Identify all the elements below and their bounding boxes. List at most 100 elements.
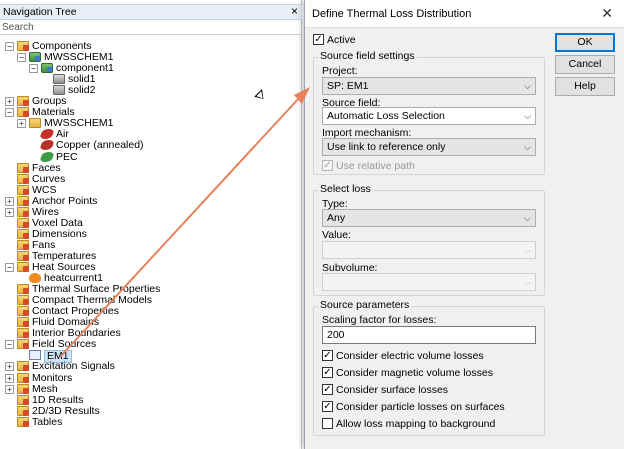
collapse-icon[interactable]: − <box>5 340 14 350</box>
subvolume-select[interactable]: ⌵ <box>322 273 536 291</box>
navigation-tree-titlebar: Navigation Tree × <box>0 4 302 20</box>
scaling-factor-input[interactable]: 200 <box>322 326 536 344</box>
value-label: Value: <box>322 229 351 241</box>
tree-item[interactable]: − MWSSCHEM1 <box>0 52 300 63</box>
active-label: Active <box>327 34 356 46</box>
collapse-icon[interactable]: − <box>29 64 38 74</box>
folder-icon <box>17 405 29 416</box>
option-checkbox[interactable] <box>322 418 333 429</box>
option-label: Allow loss mapping to background <box>336 418 496 430</box>
expand-icon[interactable]: + <box>5 97 14 107</box>
close-icon[interactable]: × <box>291 4 298 18</box>
material-icon <box>39 129 55 140</box>
collapse-icon[interactable]: − <box>5 108 14 118</box>
folder-icon <box>17 394 29 405</box>
tree-item-label: Mesh <box>32 382 58 395</box>
value-select[interactable]: ⌵ <box>322 241 536 259</box>
cancel-button[interactable]: Cancel <box>555 55 615 74</box>
tree-item[interactable]: − Field Sources <box>0 339 300 350</box>
heat-source-icon <box>29 273 41 284</box>
tree-item[interactable]: 2D/3D Results <box>0 404 300 417</box>
tree-item-label: 2D/3D Results <box>32 404 100 417</box>
tree-item[interactable]: Faces <box>0 161 300 174</box>
option-checkbox[interactable]: ✓ <box>322 367 333 378</box>
project-value: SP: EM1 <box>327 80 369 92</box>
folder-icon <box>17 239 29 250</box>
component-icon <box>41 63 53 74</box>
scaling-factor-label: Scaling factor for losses: <box>322 314 437 326</box>
tree-item[interactable]: WCS <box>0 184 300 196</box>
relative-path-label: Use relative path <box>336 160 415 172</box>
folder-icon <box>17 162 29 173</box>
collapse-icon[interactable]: − <box>17 53 26 63</box>
expand-icon[interactable]: + <box>5 207 14 217</box>
tree-item[interactable]: Tables <box>0 415 300 428</box>
component-icon <box>29 52 41 63</box>
project-label: Project: <box>322 65 358 77</box>
expand-icon[interactable]: + <box>17 119 26 129</box>
type-select[interactable]: Any ⌵ <box>322 209 536 227</box>
folder-icon <box>17 383 29 394</box>
option-label: Consider surface losses <box>336 384 449 396</box>
navigation-tree-panel: Navigation Tree × Search − Components − MWS… <box>0 0 302 449</box>
ok-button[interactable]: OK <box>555 33 615 52</box>
chevron-down-icon: ⌵ <box>524 245 531 255</box>
expand-icon[interactable]: + <box>5 362 14 372</box>
folder-icon <box>17 173 29 184</box>
folder-icon <box>17 372 29 383</box>
tree-item[interactable]: − component1 <box>0 63 300 74</box>
active-checkbox[interactable]: ✓ <box>313 34 324 45</box>
source-field-settings-title: Source field settings <box>318 50 417 62</box>
tree-item-label: solid2 <box>68 84 96 97</box>
tree-item[interactable]: Copper (annealed) <box>0 140 300 151</box>
tree-item[interactable]: + MWSSCHEM1 <box>0 118 300 129</box>
folder-icon <box>17 262 29 272</box>
tree-item[interactable]: 1D Results <box>0 394 300 406</box>
solid-icon <box>53 85 65 96</box>
folder-icon <box>17 328 29 339</box>
option-checkbox[interactable]: ✓ <box>322 401 333 412</box>
folder-icon <box>17 217 29 228</box>
tree-item[interactable]: + Monitors <box>0 372 300 384</box>
collapse-icon[interactable]: − <box>5 42 14 51</box>
tree-item-label: MWSSCHEM1 <box>44 117 114 130</box>
source-parameters-title: Source parameters <box>318 299 412 311</box>
expand-icon[interactable]: + <box>5 384 14 394</box>
collapse-icon[interactable]: − <box>5 263 14 272</box>
search-input[interactable]: Search <box>0 21 302 35</box>
tree-item[interactable]: + Excitation Signals <box>0 361 300 372</box>
option-checkbox[interactable]: ✓ <box>322 350 333 361</box>
import-mechanism-value: Use link to reference only <box>327 141 446 153</box>
import-mechanism-select[interactable]: Use link to reference only ⌵ <box>322 138 536 156</box>
type-value: Any <box>327 212 346 224</box>
expand-icon[interactable]: + <box>5 196 14 206</box>
relative-path-checkbox[interactable]: ✓ <box>322 160 333 171</box>
option-label: Consider particle losses on surfaces <box>336 401 505 413</box>
dialog-title: Define Thermal Loss Distribution <box>312 8 472 20</box>
folder-icon <box>17 206 29 217</box>
folder-icon <box>17 195 29 206</box>
chevron-down-icon: ⌵ <box>524 142 531 152</box>
tree-item[interactable]: PEC <box>0 151 300 163</box>
field-source-icon <box>29 350 41 361</box>
navigation-tree-title: Navigation Tree <box>3 6 77 18</box>
tree-item-label: Faces <box>32 161 61 174</box>
tree-item[interactable]: + Mesh <box>0 382 300 395</box>
source-field-select[interactable]: Automatic Loss Selection ⌵ <box>322 107 536 125</box>
tree-item[interactable]: solid1 <box>0 74 300 85</box>
close-icon[interactable]: ✕ <box>601 5 613 22</box>
select-loss-title: Select loss <box>318 183 373 195</box>
expand-icon[interactable]: + <box>5 373 14 383</box>
option-checkbox[interactable]: ✓ <box>322 384 333 395</box>
folder-icon <box>17 416 29 427</box>
tree-item-label: Tables <box>32 415 63 428</box>
folder-icon <box>29 118 41 129</box>
tree-item[interactable]: Curves <box>0 173 300 185</box>
solid-icon <box>53 74 65 85</box>
folder-icon <box>17 96 29 107</box>
help-button[interactable]: Help <box>555 77 615 96</box>
project-select[interactable]: SP: EM1 ⌵ <box>322 77 536 95</box>
folder-icon <box>17 317 29 328</box>
dialog-titlebar: Define Thermal Loss Distribution ✕ <box>305 0 624 28</box>
tree-item[interactable]: Air <box>0 129 300 140</box>
